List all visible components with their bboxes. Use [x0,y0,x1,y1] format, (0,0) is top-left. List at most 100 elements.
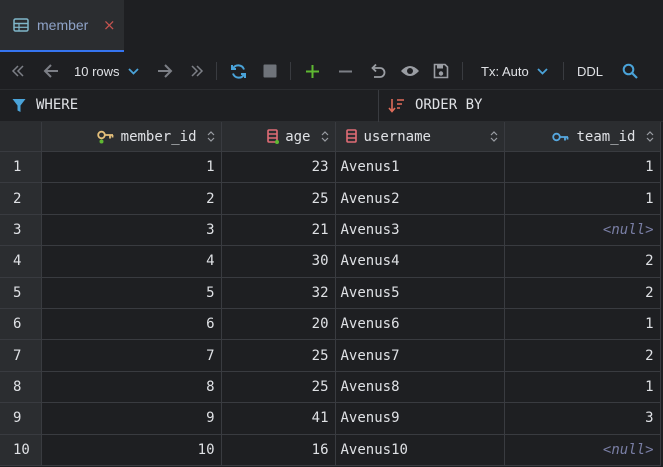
row-number[interactable]: 5 [0,277,42,309]
sort-toggle-icon[interactable] [207,131,215,142]
row-number[interactable]: 6 [0,308,42,341]
cell-username[interactable]: Avenus2 [335,182,505,215]
table-row[interactable]: 6 6 20 Avenus6 1 [0,308,661,341]
cell-team-id[interactable]: 1 [504,151,661,184]
cell-member-id[interactable]: 6 [41,308,222,341]
cell-age[interactable]: 21 [221,214,336,247]
prev-page-icon[interactable] [42,61,60,81]
column-header-team-id[interactable]: team_id [504,122,661,152]
row-number[interactable]: 3 [0,214,42,247]
table-row[interactable]: 9 9 41 Avenus9 3 [0,402,661,435]
filter-icon [12,98,26,113]
cell-team-id[interactable]: <null> [504,214,661,247]
table-row[interactable]: 4 4 30 Avenus4 2 [0,245,661,278]
row-number[interactable]: 10 [0,434,42,466]
next-page-icon[interactable] [156,61,174,81]
cell-age[interactable]: 41 [221,402,336,435]
column-header-username[interactable]: username [335,122,505,152]
cell-username[interactable]: Avenus4 [335,245,505,278]
toolbar-divider [563,62,564,80]
cell-age[interactable]: 16 [221,434,336,466]
column-header-member-id[interactable]: member_id [41,122,222,152]
cell-team-id[interactable]: 1 [504,182,661,215]
cell-member-id[interactable]: 10 [41,434,222,466]
cell-username[interactable]: Avenus6 [335,308,505,341]
cell-team-id[interactable]: 1 [504,308,661,341]
cell-username[interactable]: Avenus9 [335,402,505,435]
sort-toggle-icon[interactable] [321,131,329,142]
cell-member-id[interactable]: 3 [41,214,222,247]
cell-username[interactable]: Avenus7 [335,339,505,372]
toolbar: 10 rows Tx: Auto DDL [0,52,663,89]
column-header-age[interactable]: age [221,122,336,152]
cell-team-id[interactable]: 2 [504,277,661,309]
tx-label: Tx: Auto [481,63,529,79]
row-number[interactable]: 1 [0,151,42,184]
submit-icon[interactable] [432,61,450,81]
cell-username[interactable]: Avenus10 [335,434,505,466]
cell-member-id[interactable]: 8 [41,371,222,404]
column-icon [267,129,280,144]
cell-age[interactable]: 25 [221,339,336,372]
table-row[interactable]: 7 7 25 Avenus7 2 [0,339,661,372]
result-table: member_id age username team_id 1 1 23 Av… [0,122,661,466]
cell-member-id[interactable]: 7 [41,339,222,372]
cell-username[interactable]: Avenus3 [335,214,505,247]
rows-label: 10 rows [74,63,120,79]
cell-team-id[interactable]: 2 [504,245,661,278]
cell-team-id[interactable]: 2 [504,339,661,372]
column-label: team_id [576,128,636,145]
table-row[interactable]: 8 8 25 Avenus8 1 [0,371,661,404]
page-size-dropdown[interactable]: 10 rows [74,61,144,81]
cell-username[interactable]: Avenus5 [335,277,505,309]
row-number[interactable]: 8 [0,371,42,404]
cell-age[interactable]: 25 [221,182,336,215]
tab-member[interactable]: member × [0,0,124,52]
ddl-button[interactable]: DDL [577,61,605,81]
cell-age[interactable]: 30 [221,245,336,278]
revert-icon[interactable] [368,61,386,81]
cell-age[interactable]: 25 [221,371,336,404]
refresh-icon[interactable] [229,61,247,81]
row-number[interactable]: 4 [0,245,42,278]
table-row[interactable]: 1 1 23 Avenus1 1 [0,151,661,184]
chevron-down-icon [537,67,548,75]
table-row[interactable]: 2 2 25 Avenus2 1 [0,182,661,215]
ddl-label: DDL [577,63,604,79]
order-by-filter[interactable]: ORDER BY [388,97,482,113]
cell-age[interactable]: 23 [221,151,336,184]
cell-username[interactable]: Avenus8 [335,371,505,404]
preview-icon[interactable] [399,61,421,81]
row-number[interactable]: 7 [0,339,42,372]
cell-member-id[interactable]: 4 [41,245,222,278]
tx-mode-dropdown[interactable]: Tx: Auto [481,61,553,81]
sort-toggle-icon[interactable] [490,131,498,142]
cell-team-id[interactable]: <null> [504,434,661,466]
cell-age[interactable]: 20 [221,308,336,341]
table-row[interactable]: 3 3 21 Avenus3 <null> [0,214,661,247]
cell-team-id[interactable]: 1 [504,371,661,404]
table-row[interactable]: 5 5 32 Avenus5 2 [0,277,661,309]
cell-age[interactable]: 32 [221,277,336,309]
cell-member-id[interactable]: 2 [41,182,222,215]
last-page-icon[interactable] [189,61,205,81]
cell-member-id[interactable]: 9 [41,402,222,435]
cell-member-id[interactable]: 5 [41,277,222,309]
add-row-icon[interactable] [303,61,321,81]
cell-member-id[interactable]: 1 [41,151,222,184]
search-icon[interactable] [621,61,639,81]
cell-team-id[interactable]: 3 [504,402,661,435]
row-number[interactable]: 9 [0,402,42,435]
table-row[interactable]: 10 10 16 Avenus10 <null> [0,434,661,466]
delete-row-icon[interactable] [336,61,354,81]
where-filter[interactable]: WHERE [12,97,78,113]
cell-username[interactable]: Avenus1 [335,151,505,184]
table-icon [13,17,29,33]
order-by-label: ORDER BY [415,97,483,113]
sort-icon [388,98,405,113]
sort-toggle-icon[interactable] [646,131,654,142]
first-page-icon[interactable] [10,61,26,81]
close-icon[interactable]: × [103,16,116,34]
stop-icon[interactable] [262,61,278,81]
row-number[interactable]: 2 [0,182,42,215]
